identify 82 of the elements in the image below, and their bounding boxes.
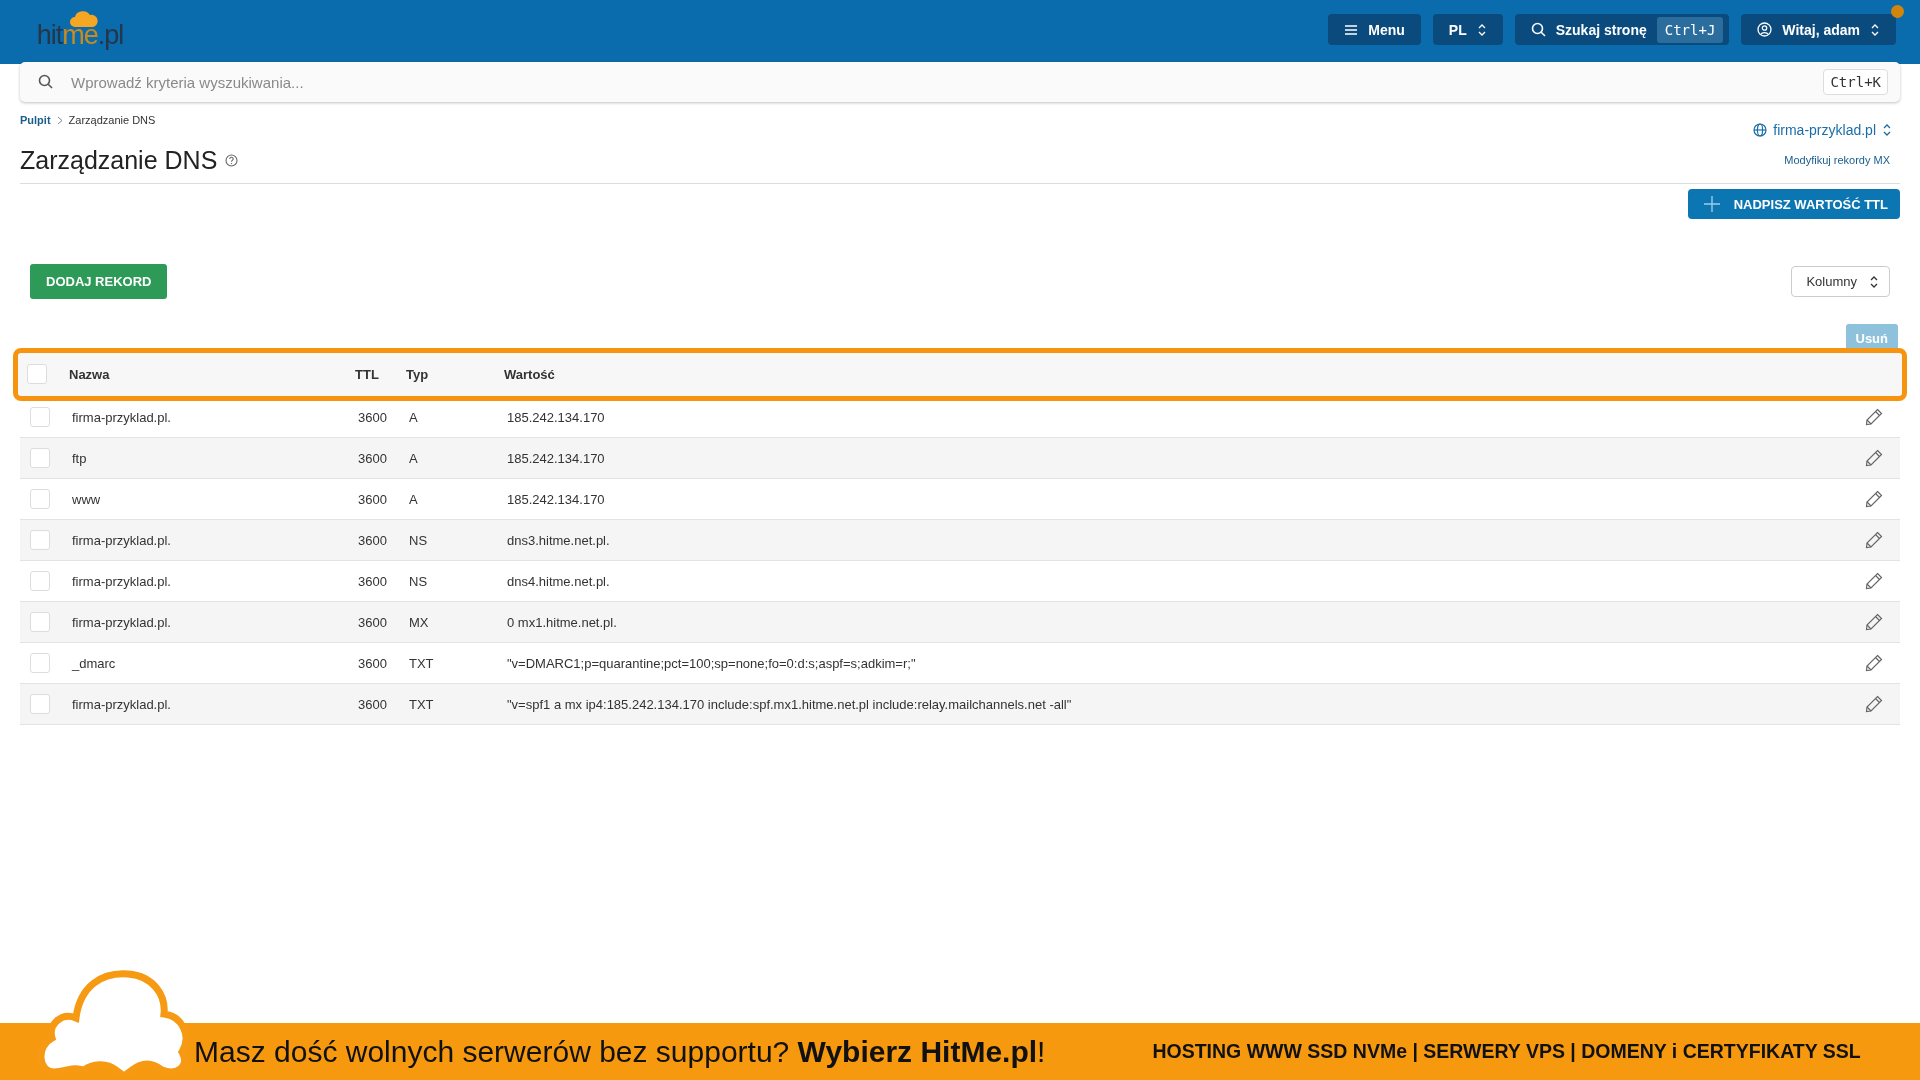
checkbox[interactable] <box>30 448 50 468</box>
edit-pencil-icon[interactable] <box>1865 449 1883 467</box>
edit-pencil-icon[interactable] <box>1865 572 1883 590</box>
cloud-icon <box>69 10 99 28</box>
table-cell-text: dns4.hitme.net.pl. <box>507 573 611 589</box>
domain-select[interactable]: firma-przyklad.pl <box>1745 122 1900 138</box>
chevron-updown-icon <box>1869 274 1879 289</box>
table-cell-text: firma-przyklad.pl. <box>72 532 172 548</box>
add-record-button[interactable]: DODAJ REKORD <box>30 264 168 299</box>
chevron-updown-icon <box>1882 123 1892 137</box>
table-cell-text: 185.242.134.170 <box>507 450 606 466</box>
edit-pencil-icon[interactable] <box>1865 531 1883 549</box>
column-header: TTL <box>355 366 380 382</box>
table-cell-text: A <box>409 409 419 425</box>
edit-pencil-icon[interactable] <box>1865 695 1883 713</box>
table-cell-text: 3600 <box>358 696 388 712</box>
table-cell-text: 185.242.134.170 <box>507 491 606 507</box>
override-ttl-button[interactable]: NADPISZ WARTOŚĆ TTL <box>1687 189 1900 219</box>
plus-icon <box>1703 196 1720 212</box>
table-cell-text: www <box>72 491 102 507</box>
checkbox[interactable] <box>27 364 47 384</box>
columns-select[interactable]: Kolumny <box>1791 266 1890 297</box>
shortcut-key: Ctrl+K <box>1823 69 1888 95</box>
table-cell-text: 3600 <box>358 655 388 671</box>
column-header: Wartość <box>504 366 556 382</box>
table-cell-text: "v=DMARC1;p=quarantine;pct=100;sp=none;fo=0:d:s;aspf=s;adkim=r;" <box>507 655 917 671</box>
search-icon <box>1530 22 1546 37</box>
chevron-updown-icon <box>1476 22 1487 37</box>
table-cell-text: ftp <box>72 450 88 466</box>
table-cell-text: firma-przyklad.pl. <box>72 409 172 425</box>
checkbox[interactable] <box>30 530 50 550</box>
table-cell-text: TXT <box>409 655 435 671</box>
shortcut-key: Ctrl+J <box>1656 16 1724 43</box>
menu-icon <box>1344 23 1359 36</box>
table-cell-text: _dmarc <box>72 655 117 671</box>
table-cell-text: 3600 <box>358 614 388 630</box>
edit-pencil-icon[interactable] <box>1865 654 1883 672</box>
table-cell-text: NS <box>409 532 429 548</box>
chevron-right-icon <box>56 115 63 125</box>
checkbox[interactable] <box>30 694 50 714</box>
table-cell-text: NS <box>409 573 429 589</box>
logo: hitme.pl <box>34 10 126 50</box>
chevron-updown-icon <box>1870 22 1880 37</box>
checkbox[interactable] <box>30 407 50 427</box>
globe-icon <box>1753 123 1768 137</box>
table-cell-text: 3600 <box>358 573 388 589</box>
mx-records-link[interactable]: Modyfikuj rekordy MX <box>1784 154 1890 166</box>
user-menu-button[interactable]: Witaj, adam <box>1741 14 1896 45</box>
breadcrumb-current: Zarządzanie DNS <box>68 114 156 126</box>
checkbox[interactable] <box>30 571 50 591</box>
edit-pencil-icon[interactable] <box>1865 490 1883 508</box>
banner-services: HOSTING WWW SSD NVMe | SERWERY VPS | DOMENY i CERTYFIKATY SSL <box>1152 1040 1861 1063</box>
table-cell-text: 3600 <box>358 450 388 466</box>
table-cell-text: firma-przyklad.pl. <box>72 573 172 589</box>
help-icon <box>225 153 239 167</box>
checkbox[interactable] <box>30 612 50 632</box>
banner-headline: Masz dość wolnych serwerów bez supportu? Wybierz HitMe.pl! <box>194 1034 1046 1069</box>
checkbox[interactable] <box>30 653 50 673</box>
user-icon <box>1757 22 1773 37</box>
checkbox[interactable] <box>30 489 50 509</box>
page-title: Zarządzanie DNS <box>20 145 218 175</box>
table-cell-text: 0 mx1.hitme.net.pl. <box>507 614 618 630</box>
table-cell-text: 3600 <box>358 409 388 425</box>
table-cell-text: MX <box>409 614 430 630</box>
page-search-button[interactable]: Szukaj stronę Ctrl+J <box>1514 14 1730 45</box>
table-cell-text: 185.242.134.170 <box>507 409 606 425</box>
table-cell-text: A <box>409 450 419 466</box>
language-select[interactable]: PL <box>1432 14 1503 45</box>
table-cell-text: 3600 <box>358 491 388 507</box>
edit-pencil-icon[interactable] <box>1865 613 1883 631</box>
table-cell-text: "v=spf1 a mx ip4:185.242.134.170 include:spf.mx1.hitme.net.pl include:relay.mailchannels.net -all" <box>507 696 1073 712</box>
menu-button[interactable]: Menu <box>1328 14 1421 45</box>
column-header: Nazwa <box>69 366 111 382</box>
edit-pencil-icon[interactable] <box>1865 408 1883 426</box>
table-cell-text: firma-przyklad.pl. <box>72 696 172 712</box>
table-cell-text: 3600 <box>358 532 388 548</box>
table-cell-text: firma-przyklad.pl. <box>72 614 172 630</box>
table-cell-text: TXT <box>409 696 435 712</box>
table-cell-text: A <box>409 491 419 507</box>
breadcrumb-link[interactable]: Pulpit <box>20 114 51 126</box>
column-header: Typ <box>406 366 430 382</box>
table-cell-text: dns3.hitme.net.pl. <box>507 532 611 548</box>
